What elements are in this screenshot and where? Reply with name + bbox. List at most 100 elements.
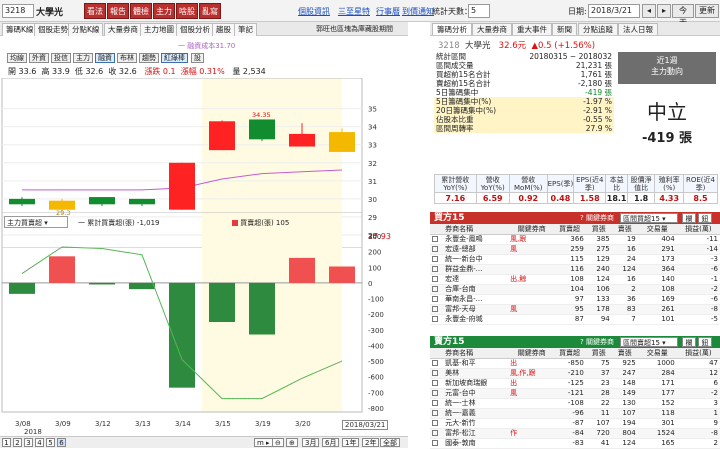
chip-ma[interactable]: 均線 bbox=[7, 53, 27, 63]
tab-big-broker[interactable]: 大量券商 bbox=[472, 23, 512, 35]
table-row[interactable]: 新加坡商瑞銀出 -125 23 148 171 6 bbox=[430, 378, 720, 389]
zoom-6m[interactable]: 6月 bbox=[322, 438, 340, 447]
row-checkbox[interactable] bbox=[432, 410, 438, 416]
row-checkbox[interactable] bbox=[432, 316, 438, 322]
three-star-link[interactable]: 三至星特 bbox=[338, 6, 370, 17]
table-row[interactable]: 美林 風,作,跟 -210 37 247 284 12 bbox=[430, 368, 720, 379]
sell-range-select[interactable]: 區間賣超15 ▾ bbox=[620, 337, 678, 347]
zoom-all[interactable]: 全部 bbox=[380, 438, 400, 447]
row-checkbox[interactable] bbox=[432, 440, 438, 446]
row-check-cell[interactable] bbox=[430, 234, 446, 245]
stock-info-link[interactable]: 個股資訊 bbox=[298, 6, 330, 17]
row-checkbox[interactable] bbox=[432, 430, 438, 436]
zoom-2y[interactable]: 2年 bbox=[362, 438, 380, 447]
tab-major-events[interactable]: 重大事件 bbox=[512, 23, 552, 35]
table-row[interactable]: 華南永昌-... 97 133 36 169 -6 bbox=[430, 294, 720, 305]
chip-foreign[interactable]: 外資 bbox=[29, 53, 49, 63]
table-row[interactable]: 富邦-天母風 95 178 83 261 -8 bbox=[430, 304, 720, 315]
tab-news[interactable]: 新聞 bbox=[552, 23, 577, 35]
row-check-cell[interactable] bbox=[430, 428, 446, 439]
calendar-link[interactable]: 行事曆 bbox=[376, 6, 400, 17]
sell-columns-button[interactable]: 欄 bbox=[682, 337, 696, 347]
date-input[interactable]: 2018/3/21 bbox=[588, 4, 640, 18]
what-stock-button[interactable]: 啥股 bbox=[176, 3, 198, 19]
indicator-select[interactable]: 主力買賣超 ▾ bbox=[4, 216, 68, 228]
table-row[interactable]: 國泰-敦南 -83 41 124 165 2 bbox=[430, 438, 720, 449]
view-button[interactable]: 看法 bbox=[84, 3, 106, 19]
row-check-cell[interactable] bbox=[430, 274, 446, 285]
row-check-cell[interactable] bbox=[430, 398, 446, 409]
table-row[interactable]: 元富-台中風 -121 28 149 177 -2 bbox=[430, 388, 720, 399]
page-5[interactable]: 5 bbox=[46, 438, 55, 447]
row-checkbox[interactable] bbox=[432, 390, 438, 396]
table-row[interactable]: 富邦-松江作 -84 720 804 1524 -8 bbox=[430, 428, 720, 439]
tab-chip-kline[interactable]: 籌碼K線 bbox=[2, 23, 38, 36]
row-checkbox[interactable] bbox=[432, 246, 438, 252]
page-3[interactable]: 3 bbox=[24, 438, 33, 447]
tab-branch-kline[interactable]: 分點K線 bbox=[68, 23, 104, 36]
tab-big-brokers[interactable]: 大量券商 bbox=[104, 23, 142, 36]
row-checkbox[interactable] bbox=[432, 306, 438, 312]
tab-stock-analysis[interactable]: 個股分析 bbox=[176, 23, 214, 36]
tab-institutional[interactable]: 法人日報 bbox=[618, 23, 658, 35]
buy-sell-chart[interactable]: 300 200 100 0 -100 -200 -300 -400 -500 -600 -700 -8… bbox=[0, 212, 408, 426]
row-checkbox[interactable] bbox=[432, 236, 438, 242]
zoom-in-icon[interactable]: ⊕ bbox=[286, 438, 298, 447]
page-2[interactable]: 2 bbox=[13, 438, 22, 447]
report-button[interactable]: 報告 bbox=[107, 3, 129, 19]
main-force-button[interactable]: 主力 bbox=[153, 3, 175, 19]
row-check-cell[interactable] bbox=[430, 408, 446, 419]
table-row[interactable]: 宏遠-總部風 259 275 16 291 -14 bbox=[430, 244, 720, 255]
date-prev-button[interactable]: ◂ bbox=[642, 4, 656, 18]
chip-trust[interactable]: 投信 bbox=[51, 53, 71, 63]
tab-main-force-map[interactable]: 主力地圖 bbox=[140, 23, 178, 36]
table-row[interactable]: 永豐金-鳳鳴 風,跟 366 385 19 404 -11 bbox=[430, 234, 720, 245]
tab-chip-analysis[interactable]: 籌碼分析 bbox=[432, 23, 472, 35]
table-row[interactable]: 元大-新竹 -87 107 194 301 9 bbox=[430, 418, 720, 429]
chip-main[interactable]: 主力 bbox=[73, 53, 93, 63]
row-checkbox[interactable] bbox=[432, 296, 438, 302]
row-checkbox[interactable] bbox=[432, 256, 438, 262]
check-button[interactable]: 體檢 bbox=[130, 3, 152, 19]
table-row[interactable]: 永豐金-府城 87 94 7 101 -5 bbox=[430, 314, 720, 325]
zoom-3m[interactable]: 3月 bbox=[302, 438, 320, 447]
row-check-cell[interactable] bbox=[430, 378, 446, 389]
row-checkbox[interactable] bbox=[432, 276, 438, 282]
zoom-out-icon[interactable]: ⊖ bbox=[272, 438, 284, 447]
row-check-cell[interactable] bbox=[430, 358, 446, 369]
page-1[interactable]: 1 bbox=[2, 438, 11, 447]
tab-stock-trend[interactable]: 個股走勢 bbox=[34, 23, 72, 36]
today-button[interactable]: 今天 bbox=[672, 4, 694, 27]
row-check-cell[interactable] bbox=[430, 294, 446, 305]
table-row[interactable]: 合庫-台南 104 106 2 108 -2 bbox=[430, 284, 720, 295]
row-check-cell[interactable] bbox=[430, 418, 446, 429]
buy-settings-button[interactable]: 鈕 bbox=[698, 213, 712, 223]
refresh-button[interactable]: 更新 bbox=[695, 4, 719, 18]
row-check-cell[interactable] bbox=[430, 254, 446, 265]
sell-settings-button[interactable]: 鈕 bbox=[698, 337, 712, 347]
tab-branch-track[interactable]: 分點追蹤 bbox=[578, 23, 618, 35]
stock-code-input[interactable]: 3218 bbox=[2, 4, 34, 18]
table-row[interactable]: 統一-嘉義 -96 11 107 118 1 bbox=[430, 408, 720, 419]
random-button[interactable]: 亂寫 bbox=[199, 3, 221, 19]
chip-margin[interactable]: 融資 bbox=[95, 53, 115, 63]
buy-range-select[interactable]: 區間買超15 ▾ bbox=[620, 213, 678, 223]
table-row[interactable]: 統一-新台中 115 129 24 173 -3 bbox=[430, 254, 720, 265]
chip-bollinger[interactable]: 布林 bbox=[117, 53, 137, 63]
date-next-button[interactable]: ▸ bbox=[657, 4, 671, 18]
table-row[interactable]: 統一-士林 -108 22 130 152 3 bbox=[430, 398, 720, 409]
row-check-cell[interactable] bbox=[430, 314, 446, 325]
row-checkbox[interactable] bbox=[432, 400, 438, 406]
row-checkbox[interactable] bbox=[432, 380, 438, 386]
table-row[interactable]: 宏達 出,鯨 108 124 16 140 -1 bbox=[430, 274, 720, 285]
row-checkbox[interactable] bbox=[432, 360, 438, 366]
row-checkbox[interactable] bbox=[432, 420, 438, 426]
row-check-cell[interactable] bbox=[430, 264, 446, 275]
row-checkbox[interactable] bbox=[432, 286, 438, 292]
row-check-cell[interactable] bbox=[430, 438, 446, 449]
row-checkbox[interactable] bbox=[432, 370, 438, 376]
tab-notes[interactable]: 筆記 bbox=[234, 23, 257, 36]
row-check-cell[interactable] bbox=[430, 368, 446, 379]
row-check-cell[interactable] bbox=[430, 388, 446, 399]
range-select[interactable]: 5 bbox=[468, 4, 490, 18]
